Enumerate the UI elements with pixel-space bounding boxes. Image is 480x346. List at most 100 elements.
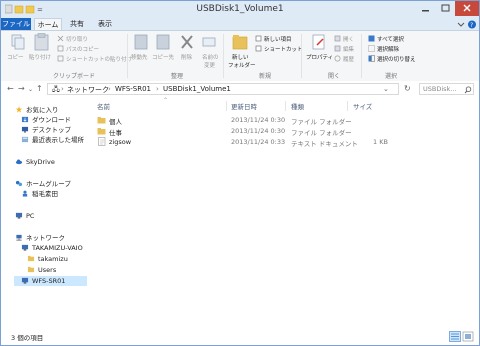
open-button[interactable]: 開く xyxy=(343,35,354,43)
copy-button[interactable]: コピー xyxy=(7,53,24,61)
column-header-date[interactable]: 更新日時 xyxy=(231,101,257,111)
status-bar: 3 個の項目 xyxy=(1,329,479,345)
up-icon[interactable]: ↑ xyxy=(36,84,43,93)
copy-path-icon xyxy=(57,45,64,52)
column-divider[interactable] xyxy=(347,101,348,111)
paste-icon[interactable] xyxy=(34,33,50,51)
edit-icon xyxy=(334,45,341,52)
easy-access-icon xyxy=(255,45,262,52)
select-none-icon xyxy=(368,45,375,52)
tab-file[interactable]: ファイル xyxy=(1,18,31,30)
breadcrumb-server[interactable]: WFS-SR01 xyxy=(115,85,151,93)
breadcrumb-sep-icon: › xyxy=(108,85,111,93)
downloads-icon xyxy=(21,116,29,123)
table-row[interactable]: zigsow 2013/11/24 0:33 テキスト ドキュメント 1 KB xyxy=(91,137,479,148)
clipboard-group-label: クリップボード xyxy=(53,73,96,80)
ribbon-separator xyxy=(223,34,224,78)
back-icon[interactable]: ← xyxy=(7,84,14,93)
recent-locations-icon[interactable]: ⌄ xyxy=(28,86,33,93)
paste-shortcut-icon xyxy=(57,55,64,62)
tab-share[interactable]: 共有 xyxy=(65,18,89,30)
forward-icon[interactable]: → xyxy=(18,84,25,93)
minimize-button[interactable] xyxy=(415,1,435,16)
ribbon-separator xyxy=(127,34,128,78)
search-icon[interactable] xyxy=(464,86,472,94)
sort-indicator-icon: ⌃ xyxy=(163,97,169,104)
cut-button[interactable]: 切り取り xyxy=(66,35,88,43)
file-name: 個人 xyxy=(109,118,122,126)
edit-button[interactable]: 編集 xyxy=(343,45,354,53)
history-button[interactable]: 履歴 xyxy=(343,55,354,63)
file-name: zigsow xyxy=(109,138,132,146)
table-row[interactable]: 個人 2013/11/24 0:30 ファイル フォルダー xyxy=(91,115,479,126)
search-box[interactable]: USBDisk... xyxy=(419,83,474,95)
folder-icon xyxy=(27,266,35,273)
delete-icon[interactable] xyxy=(180,34,194,50)
select-all-button[interactable]: すべて選択 xyxy=(377,35,404,43)
table-row[interactable]: 仕事 2013/11/24 0:30 ファイル フォルダー xyxy=(91,126,479,137)
refresh-icon[interactable]: ↻ xyxy=(404,84,411,93)
address-bar[interactable]: 🖧 › ネットワーク › WFS-SR01 › USBDisk1_Volume1… xyxy=(47,83,399,95)
new-folder-label-1[interactable]: 新しい xyxy=(232,53,249,61)
column-header-size[interactable]: サイズ xyxy=(353,101,372,111)
ribbon-tabs: ファイル ホーム 共有 表示 ? xyxy=(1,18,479,30)
svg-text:?: ? xyxy=(470,22,473,29)
file-type: テキスト ドキュメント xyxy=(291,140,358,148)
rename-icon[interactable] xyxy=(202,34,216,50)
maximize-button[interactable] xyxy=(435,1,455,16)
move-to-icon[interactable] xyxy=(134,34,148,50)
easy-access-button[interactable]: ショートカット xyxy=(264,45,303,53)
organize-group-label: 整理 xyxy=(171,73,184,80)
breadcrumb-sep-icon: › xyxy=(61,85,64,93)
rename-label-2[interactable]: 変更 xyxy=(204,61,215,69)
view-toggle-icons[interactable] xyxy=(449,331,475,342)
breadcrumb-volume[interactable]: USBDisk1_Volume1 xyxy=(163,85,231,93)
paste-shortcut-button[interactable]: ショートカットの貼り付け xyxy=(66,55,132,63)
file-name: 仕事 xyxy=(109,129,122,137)
network-icon xyxy=(16,234,22,241)
network-location-icon: 🖧 xyxy=(52,85,60,93)
column-header-name[interactable]: 名前 xyxy=(97,101,110,111)
move-to-button[interactable]: 移動先 xyxy=(131,53,148,61)
copy-icon[interactable] xyxy=(11,34,25,50)
recent-places-icon xyxy=(21,136,29,143)
tab-view[interactable]: 表示 xyxy=(93,18,117,30)
copy-to-button[interactable]: コピー先 xyxy=(152,53,174,61)
delete-button[interactable]: 削除 xyxy=(181,53,192,61)
invert-selection-icon xyxy=(368,55,375,62)
open-group-label: 開く xyxy=(328,73,341,80)
explorer-window: = USBDisk1_Volume1 ファイル ホーム 共有 表示 ? コピー … xyxy=(0,0,480,346)
star-icon xyxy=(15,106,23,113)
address-row: ← → ⌄ ↑ 🖧 › ネットワーク › WFS-SR01 › USBDisk1… xyxy=(1,81,479,97)
folder-icon xyxy=(97,117,106,124)
invert-selection-button[interactable]: 選択の切り替え xyxy=(377,55,416,63)
file-date: 2013/11/24 0:30 xyxy=(231,116,286,124)
column-divider[interactable] xyxy=(226,101,227,111)
file-type: ファイル フォルダー xyxy=(291,118,352,126)
ribbon-help-icons[interactable]: ? xyxy=(456,20,478,29)
select-all-icon xyxy=(368,35,375,42)
item-count: 3 個の項目 xyxy=(11,334,44,342)
search-input[interactable]: USBDisk... xyxy=(423,85,457,93)
column-divider[interactable] xyxy=(285,101,286,111)
breadcrumb-network[interactable]: ネットワーク xyxy=(67,85,109,95)
column-header-type[interactable]: 種類 xyxy=(291,101,304,111)
properties-icon[interactable] xyxy=(311,33,327,51)
rename-label-1[interactable]: 名前の xyxy=(202,53,219,61)
properties-button[interactable]: プロパティ xyxy=(306,53,333,61)
copy-path-button[interactable]: パスのコピー xyxy=(66,45,99,53)
close-button[interactable] xyxy=(455,1,479,16)
select-none-button[interactable]: 選択解除 xyxy=(377,45,399,53)
address-dropdown-icon[interactable]: ⌄ xyxy=(383,85,389,93)
tab-home[interactable]: ホーム xyxy=(34,18,62,30)
user-icon xyxy=(22,190,28,197)
new-item-button[interactable]: 新しい項目 xyxy=(264,35,292,43)
computer-icon xyxy=(21,277,29,284)
new-item-icon xyxy=(255,35,262,42)
new-group-label: 新規 xyxy=(259,73,272,80)
paste-button[interactable]: 貼り付け xyxy=(29,53,51,61)
new-folder-icon[interactable] xyxy=(232,33,248,51)
new-folder-label-2[interactable]: フォルダー xyxy=(228,61,256,69)
ribbon-separator xyxy=(301,34,302,78)
copy-to-icon[interactable] xyxy=(156,34,170,50)
